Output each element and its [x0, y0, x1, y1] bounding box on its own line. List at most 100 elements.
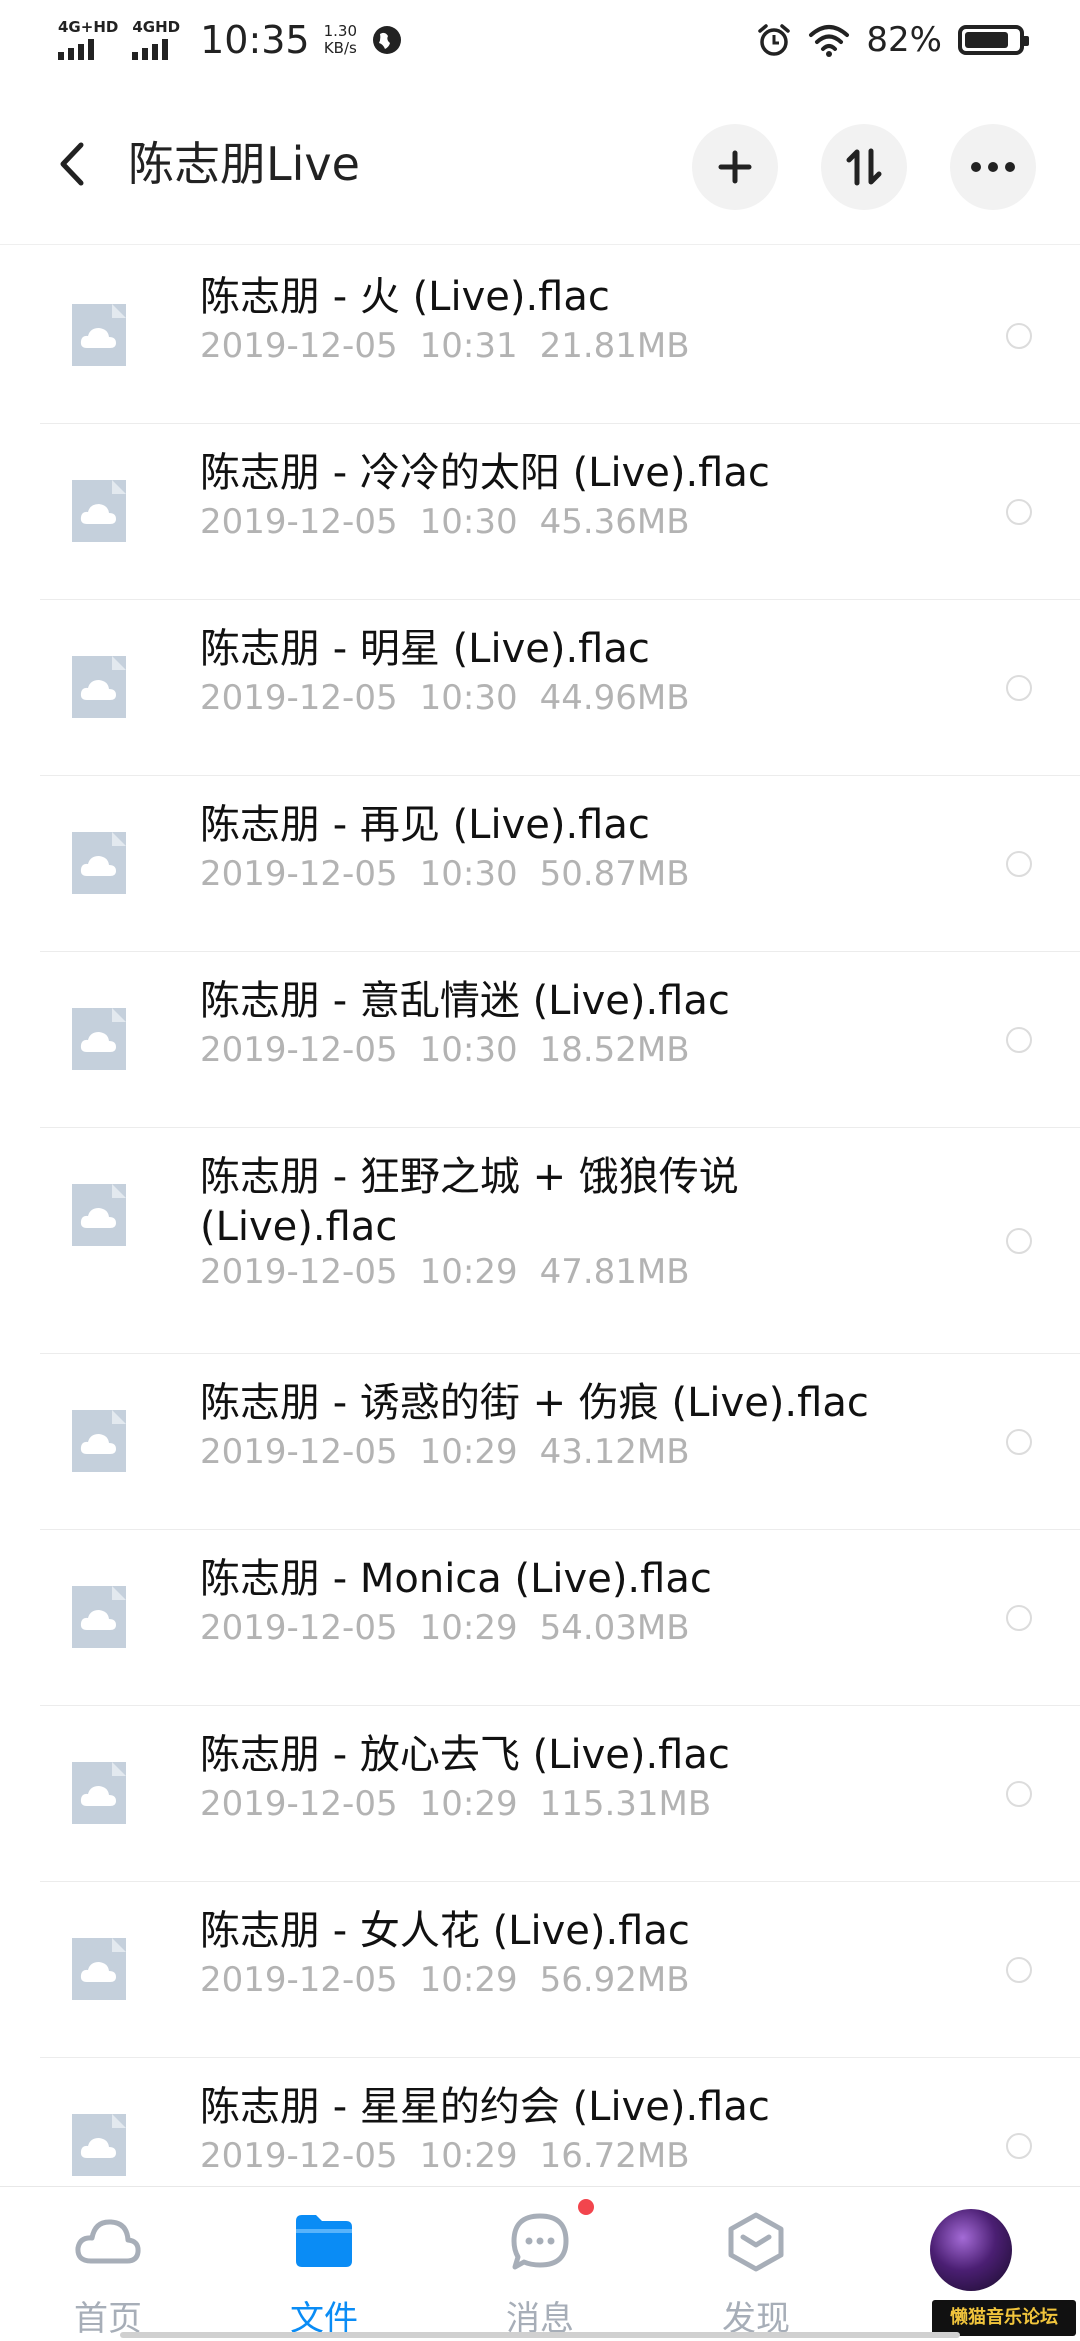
file-cloud-icon	[72, 304, 126, 366]
sort-button[interactable]	[821, 124, 907, 210]
file-meta: 2019-12-05 10:30 45.36MB	[200, 502, 712, 542]
file-date: 2019-12-05	[200, 678, 398, 718]
avatar[interactable]	[930, 2209, 1012, 2291]
file-date: 2019-12-05	[200, 1960, 398, 2000]
select-checkbox[interactable]	[1006, 1605, 1032, 1631]
file-name: 陈志朋 - 再见 (Live).flac	[200, 802, 650, 848]
file-row[interactable]: 陈志朋 - 放心去飞 (Live).flac 2019-12-05 10:29 115…	[0, 1706, 1080, 1882]
plus-icon	[718, 150, 752, 184]
file-time: 10:29	[419, 1252, 518, 1292]
file-time: 10:30	[419, 854, 518, 894]
file-name: 陈志朋 - 诱惑的街 + 伤痕 (Live).flac	[200, 1380, 869, 1426]
file-name: 陈志朋 - 星星的约会 (Live).flac	[200, 2084, 770, 2130]
select-checkbox[interactable]	[1006, 1027, 1032, 1053]
folder-icon	[296, 2215, 352, 2267]
file-size: 56.92MB	[539, 1960, 690, 2000]
file-size: 54.03MB	[539, 1608, 690, 1648]
file-row[interactable]: 陈志朋 - 意乱情迷 (Live).flac 2019-12-05 10:30 18.…	[0, 952, 1080, 1128]
file-row[interactable]: 陈志朋 - 再见 (Live).flac 2019-12-05 10:30 50.87…	[0, 776, 1080, 952]
file-date: 2019-12-05	[200, 326, 398, 366]
file-size: 18.52MB	[539, 1030, 690, 1070]
file-row[interactable]: 陈志朋 - 狂野之城 + 饿狼传说 (Live).flac 2019-12-05 1…	[0, 1128, 1080, 1354]
file-date: 2019-12-05	[200, 2136, 398, 2176]
file-row[interactable]: 陈志朋 - Monica (Live).flac 2019-12-05 10:29 5…	[0, 1530, 1080, 1706]
home-indicator	[120, 2332, 960, 2338]
file-name: 陈志朋 - 女人花 (Live).flac	[200, 1908, 690, 1954]
select-checkbox[interactable]	[1006, 1781, 1032, 1807]
file-time: 10:29	[419, 1784, 518, 1824]
file-meta: 2019-12-05 10:29 115.31MB	[200, 1784, 733, 1824]
file-name: 陈志朋 - 放心去飞 (Live).flac	[200, 1732, 730, 1778]
signal-bars-icon	[132, 38, 169, 60]
file-row[interactable]: 陈志朋 - 明星 (Live).flac 2019-12-05 10:30 44.96…	[0, 600, 1080, 776]
file-meta: 2019-12-05 10:30 18.52MB	[200, 1030, 712, 1070]
chevron-left-icon	[60, 142, 84, 186]
file-row[interactable]: 陈志朋 - 火 (Live).flac 2019-12-05 10:31 21.81M…	[0, 248, 1080, 424]
file-name: 陈志朋 - 明星 (Live).flac	[200, 626, 650, 672]
chat-icon	[511, 2213, 569, 2270]
file-cloud-icon	[72, 1410, 126, 1472]
signal-indicator-1: 4G+HD	[58, 20, 118, 60]
battery-level-fill	[965, 32, 1008, 48]
file-cloud-icon	[72, 832, 126, 894]
file-cloud-icon	[72, 1586, 126, 1648]
file-time: 10:29	[419, 2136, 518, 2176]
select-checkbox[interactable]	[1006, 675, 1032, 701]
file-meta: 2019-12-05 10:29 56.92MB	[200, 1960, 712, 2000]
select-checkbox[interactable]	[1006, 851, 1032, 877]
file-date: 2019-12-05	[200, 1784, 398, 1824]
more-horizontal-icon	[971, 162, 1015, 172]
network-speed-unit: KB/s	[323, 39, 357, 57]
tab-files[interactable]: 文件	[244, 2187, 404, 2341]
more-button[interactable]	[950, 124, 1036, 210]
tab-discover[interactable]: 发现	[676, 2187, 836, 2341]
wifi-icon	[809, 25, 850, 57]
signal-indicator-2: 4GHD	[132, 20, 180, 60]
top-app-bar: 陈志朋Live	[0, 84, 1080, 245]
discover-icon	[728, 2212, 784, 2272]
file-name: 陈志朋 - 意乱情迷 (Live).flac	[200, 978, 730, 1024]
file-row[interactable]: 陈志朋 - 女人花 (Live).flac 2019-12-05 10:29 56.9…	[0, 1882, 1080, 2058]
status-bar: 4G+HD 4GHD 10:35 1.30 KB/s 82%	[0, 0, 1080, 84]
file-size: 21.81MB	[539, 326, 690, 366]
select-checkbox[interactable]	[1006, 2133, 1032, 2159]
file-date: 2019-12-05	[200, 854, 398, 894]
file-cloud-icon	[72, 656, 126, 718]
file-cloud-icon	[72, 2114, 126, 2176]
add-button[interactable]	[692, 124, 778, 210]
file-cloud-icon	[72, 480, 126, 542]
file-size: 16.72MB	[539, 2136, 690, 2176]
cloud-icon	[75, 2219, 141, 2264]
status-time: 10:35	[200, 18, 310, 62]
file-meta: 2019-12-05 10:29 47.81MB	[200, 1252, 712, 1292]
select-checkbox[interactable]	[1006, 499, 1032, 525]
file-row[interactable]: 陈志朋 - 星星的约会 (Live).flac 2019-12-05 10:29 16…	[0, 2058, 1080, 2184]
file-size: 45.36MB	[539, 502, 690, 542]
file-date: 2019-12-05	[200, 1030, 398, 1070]
file-meta: 2019-12-05 10:30 50.87MB	[200, 854, 712, 894]
tab-home[interactable]: 首页	[28, 2187, 188, 2341]
file-size: 115.31MB	[539, 1784, 712, 1824]
select-checkbox[interactable]	[1006, 1957, 1032, 1983]
battery-percent: 82%	[866, 20, 942, 60]
select-checkbox[interactable]	[1006, 1429, 1032, 1455]
file-time: 10:29	[419, 1432, 518, 1472]
bottom-tab-bar: 首页 文件 消息 发现	[0, 2186, 1080, 2341]
file-cloud-icon	[72, 1008, 126, 1070]
file-row[interactable]: 陈志朋 - 诱惑的街 + 伤痕 (Live).flac 2019-12-05 10:…	[0, 1354, 1080, 1530]
file-meta: 2019-12-05 10:29 43.12MB	[200, 1432, 712, 1472]
file-time: 10:29	[419, 1960, 518, 2000]
tab-messages[interactable]: 消息	[460, 2187, 620, 2341]
file-date: 2019-12-05	[200, 1252, 398, 1292]
back-button[interactable]	[46, 134, 96, 194]
file-meta: 2019-12-05 10:31 21.81MB	[200, 326, 712, 366]
file-meta: 2019-12-05 10:29 54.03MB	[200, 1608, 712, 1648]
battery-icon	[958, 25, 1029, 55]
watermark: 懒猫音乐论坛	[932, 2300, 1076, 2336]
network-speed: 1.30 KB/s	[324, 23, 357, 57]
select-checkbox[interactable]	[1006, 323, 1032, 349]
file-list: 陈志朋 - 火 (Live).flac 2019-12-05 10:31 21.81M…	[0, 248, 1080, 2184]
file-row[interactable]: 陈志朋 - 冷冷的太阳 (Live).flac 2019-12-05 10:30 45…	[0, 424, 1080, 600]
file-time: 10:31	[419, 326, 518, 366]
select-checkbox[interactable]	[1006, 1228, 1032, 1254]
